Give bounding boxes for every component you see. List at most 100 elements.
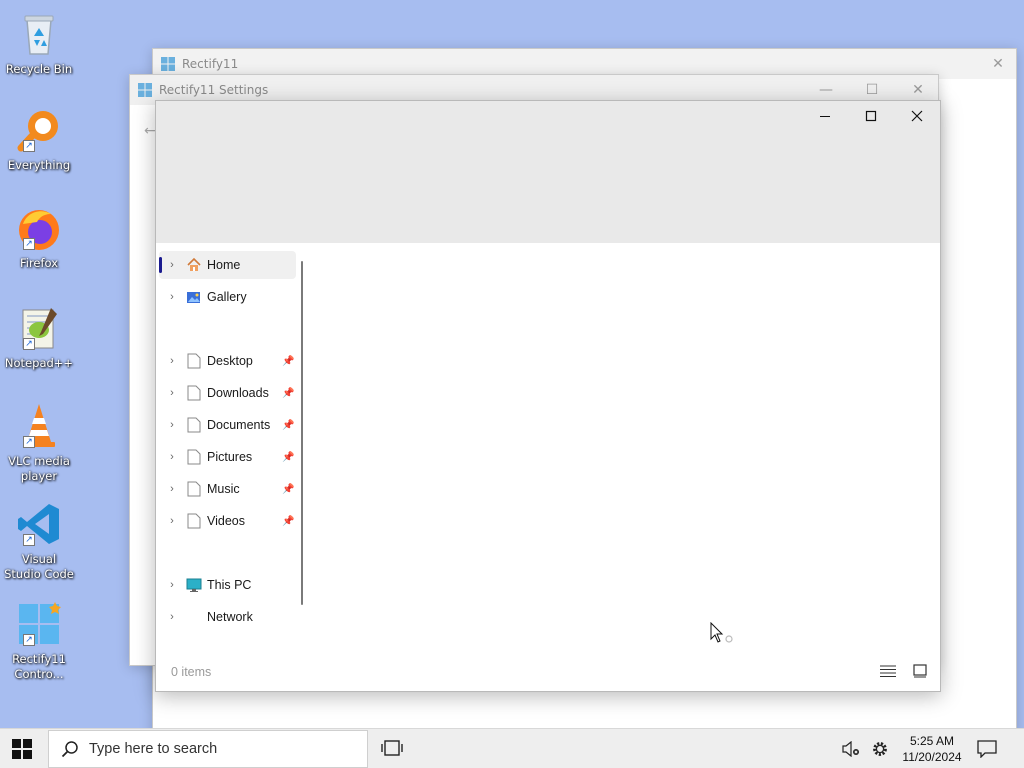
nav-item-network[interactable]: › Network	[159, 603, 296, 631]
file-icon	[185, 512, 203, 530]
chevron-right-icon[interactable]: ›	[159, 579, 185, 591]
close-button[interactable]: ✕	[900, 79, 936, 101]
vscode-icon: ↗	[15, 500, 63, 548]
maximize-icon	[865, 110, 877, 122]
nav-item-desktop[interactable]: › Desktop 📌	[159, 347, 296, 375]
pin-icon[interactable]: 📌	[282, 484, 296, 495]
desktop-icon-recycle-bin[interactable]: Recycle Bin	[2, 10, 76, 77]
maximize-button[interactable]	[848, 101, 894, 131]
desktop-icon-label: Notepad++	[4, 356, 74, 370]
pin-icon[interactable]: 📌	[282, 516, 296, 527]
chevron-right-icon[interactable]: ›	[159, 483, 185, 495]
everything-search-icon: ↗	[15, 106, 63, 154]
pin-icon[interactable]: 📌	[282, 420, 296, 431]
maximize-button[interactable]: ☐	[854, 79, 890, 101]
nav-item-music[interactable]: › Music 📌	[159, 475, 296, 503]
navigation-pane[interactable]: › Home › Gallery › Desktop 📌 › Downloads…	[156, 249, 302, 629]
details-view-button[interactable]	[878, 661, 898, 681]
windows-logo-icon	[138, 83, 152, 97]
chevron-right-icon[interactable]: ›	[159, 291, 185, 303]
nav-item-label: Music	[207, 482, 240, 496]
chevron-right-icon[interactable]: ›	[159, 515, 185, 527]
nav-item-label: Downloads	[207, 386, 269, 400]
close-button[interactable]: ✕	[980, 53, 1016, 75]
nav-item-videos[interactable]: › Videos 📌	[159, 507, 296, 535]
search-icon	[61, 741, 78, 758]
notepadpp-icon: ↗	[15, 304, 63, 352]
nav-item-documents[interactable]: › Documents 📌	[159, 411, 296, 439]
speaker-muted-icon	[842, 740, 859, 758]
monitor-icon	[185, 576, 203, 594]
clock[interactable]: 5:25 AM 11/20/2024	[896, 733, 968, 765]
taskbar-search-box[interactable]: Type here to search	[48, 730, 368, 768]
nav-item-gallery[interactable]: › Gallery	[159, 283, 296, 311]
vlc-cone-icon: ↗	[15, 402, 63, 450]
task-view-button[interactable]	[381, 740, 403, 759]
minimize-button[interactable]: —	[808, 79, 844, 101]
pin-icon[interactable]: 📌	[282, 452, 296, 463]
status-item-count: 0 items	[171, 665, 212, 679]
nav-item-label: Gallery	[207, 290, 247, 304]
gear-icon	[873, 742, 887, 756]
nav-scrollbar[interactable]	[301, 261, 303, 605]
mouse-cursor-icon	[710, 621, 734, 649]
desktop-icon-everything[interactable]: ↗ Everything	[2, 106, 76, 173]
nav-item-label: Network	[207, 610, 253, 624]
chevron-right-icon[interactable]: ›	[159, 611, 185, 623]
chevron-right-icon[interactable]: ›	[159, 259, 185, 271]
search-placeholder: Type here to search	[89, 741, 218, 757]
windows-logo-icon	[12, 739, 32, 759]
nav-item-label: Home	[207, 258, 241, 272]
network-icon	[185, 608, 203, 626]
notifications-button[interactable]	[977, 740, 997, 761]
file-icon	[185, 448, 203, 466]
nav-item-downloads[interactable]: › Downloads 📌	[159, 379, 296, 407]
recycle-bin-icon	[15, 10, 63, 58]
close-icon	[911, 110, 923, 122]
nav-item-pictures[interactable]: › Pictures 📌	[159, 443, 296, 471]
file-icon	[185, 416, 203, 434]
selection-indicator	[159, 257, 162, 273]
window-title: Rectify11 Settings	[159, 83, 269, 97]
desktop-icon-label: Recycle Bin	[5, 62, 73, 76]
minimize-icon	[820, 116, 830, 117]
nav-item-home[interactable]: › Home	[159, 251, 296, 279]
chevron-right-icon[interactable]: ›	[159, 355, 185, 367]
close-button[interactable]	[894, 101, 940, 131]
windows-logo-icon	[161, 57, 175, 71]
desktop-icon-label: VLC media player	[8, 454, 70, 483]
start-button[interactable]	[12, 739, 32, 762]
nav-item-label: Pictures	[207, 450, 253, 464]
nav-item-this-pc[interactable]: › This PC	[159, 571, 296, 599]
chevron-right-icon[interactable]: ›	[159, 387, 185, 399]
nav-item-label: Documents	[207, 418, 271, 432]
file-icon	[185, 384, 203, 402]
task-view-icon	[381, 740, 403, 756]
taskbar: Type here to search 5:25 AM 11/20/2024	[0, 728, 1024, 768]
desktop-icon-vlc[interactable]: ↗ VLC media player	[2, 402, 76, 484]
desktop-icon-label: Everything	[7, 158, 71, 172]
minimize-button[interactable]	[802, 101, 848, 131]
pin-icon[interactable]: 📌	[282, 388, 296, 399]
desktop-icon-vscode[interactable]: ↗ Visual Studio Code	[2, 500, 76, 582]
file-icon	[185, 480, 203, 498]
desktop-icon-label: Visual Studio Code	[4, 552, 74, 581]
chevron-right-icon[interactable]: ›	[159, 419, 185, 431]
desktop-icon-firefox[interactable]: ↗ Firefox	[2, 204, 76, 271]
rectify11-windows-icon: ↗	[15, 600, 63, 648]
nav-item-label: This PC	[207, 578, 252, 592]
nav-item-label: Desktop	[207, 354, 253, 368]
file-icon	[185, 352, 203, 370]
file-explorer-window[interactable]: › Home › Gallery › Desktop 📌 › Downloads…	[155, 100, 941, 692]
desktop-icon-notepadpp[interactable]: ↗ Notepad++	[2, 304, 76, 371]
desktop-icon-rectify11[interactable]: ↗ Rectify11 Contro...	[2, 600, 76, 682]
pin-icon[interactable]: 📌	[282, 356, 296, 367]
settings-button[interactable]	[871, 740, 889, 761]
desktop-icon-label: Rectify11 Contro...	[12, 652, 66, 681]
gallery-icon	[185, 288, 203, 306]
tiles-view-button[interactable]	[910, 661, 930, 681]
chevron-right-icon[interactable]: ›	[159, 451, 185, 463]
home-icon	[185, 256, 203, 274]
volume-muted-button[interactable]	[842, 740, 860, 760]
back-arrow-icon[interactable]: ←	[144, 123, 156, 139]
